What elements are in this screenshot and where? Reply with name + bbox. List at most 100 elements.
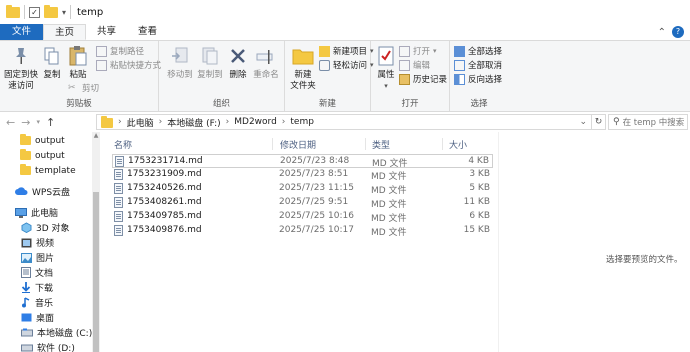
sidebar-item-drive-c[interactable]: 本地磁盘 (C:)	[21, 325, 92, 340]
chevron-down-icon[interactable]: ▾	[62, 8, 66, 17]
column-name[interactable]: 名称	[114, 138, 132, 151]
sidebar-item-template[interactable]: template	[20, 163, 76, 178]
search-input[interactable]: ⚲ 在 temp 中搜索	[608, 114, 688, 130]
forward-arrow-icon[interactable]: →	[21, 116, 30, 129]
scroll-up-icon[interactable]: ▲	[92, 132, 100, 140]
breadcrumb-this-pc[interactable]: 此电脑	[127, 116, 154, 129]
file-size: 11 KB	[463, 197, 490, 207]
breadcrumb-md2word[interactable]: MD2word	[234, 117, 277, 127]
sidebar-item-3d-objects[interactable]: 3D 对象	[21, 220, 70, 235]
collapse-ribbon-icon[interactable]: ⌃	[658, 27, 666, 38]
file-name: 1753240526.md	[127, 183, 202, 193]
sidebar-item-label: output	[35, 150, 65, 161]
column-type[interactable]: 类型	[372, 138, 390, 151]
properties-button[interactable]: 属性 ▾	[375, 44, 397, 92]
paste-button[interactable]: 粘贴	[66, 44, 90, 81]
table-row[interactable]: 1753231909.md 2025/7/23 8:51 MD 文件 3 KB	[112, 168, 493, 182]
copy-button[interactable]: 复制	[40, 44, 64, 81]
sidebar-item-wps-cloud[interactable]: WPS云盘	[15, 184, 70, 199]
divider[interactable]	[272, 138, 273, 150]
column-date[interactable]: 修改日期	[280, 138, 316, 151]
folder-icon	[101, 116, 113, 128]
sidebar-item-pictures[interactable]: 图片	[21, 250, 54, 265]
table-row[interactable]: 1753231714.md 2025/7/23 8:48 MD 文件 4 KB	[112, 154, 493, 169]
new-group-label: 新建	[318, 99, 336, 109]
computer-icon	[15, 207, 27, 218]
new-folder-button[interactable]: 新建 文件夹	[289, 44, 317, 92]
up-arrow-icon[interactable]: ↑	[46, 116, 55, 129]
preview-pane: 选择要预览的文件。	[498, 132, 690, 352]
rename-button[interactable]: 重命名	[251, 44, 281, 81]
table-row[interactable]: 1753409876.md 2025/7/25 10:17 MD 文件 15 K…	[112, 224, 493, 238]
sidebar-item-drive-d[interactable]: 软件 (D:)	[21, 340, 75, 352]
chevron-right-icon[interactable]: ›	[159, 117, 163, 127]
back-arrow-icon[interactable]: ←	[6, 116, 15, 129]
open-button[interactable]: 打开 ▾	[399, 45, 437, 57]
tab-file[interactable]: 文件	[0, 24, 44, 40]
pin-label-line2: 速访问	[8, 81, 34, 91]
divider[interactable]	[365, 138, 366, 150]
tab-share[interactable]: 共享	[86, 24, 127, 40]
table-row[interactable]: 1753408261.md 2025/7/25 9:51 MD 文件 11 KB	[112, 196, 493, 210]
table-row[interactable]: 1753409785.md 2025/7/25 10:16 MD 文件 6 KB	[112, 210, 493, 224]
sidebar-item-downloads[interactable]: 下载	[21, 280, 53, 295]
tab-home[interactable]: 主页	[43, 24, 87, 40]
cut-button[interactable]: ✂ 剪切	[68, 82, 99, 95]
sidebar-item-music[interactable]: 音乐	[21, 295, 53, 310]
move-to-button[interactable]: 移动到	[165, 44, 195, 81]
sidebar-item-this-pc[interactable]: 此电脑	[15, 205, 58, 220]
chevron-right-icon[interactable]: ›	[118, 117, 122, 127]
table-row[interactable]: 1753240526.md 2025/7/23 11:15 MD 文件 5 KB	[112, 182, 493, 196]
new-folder-quick-icon[interactable]	[44, 4, 58, 18]
breadcrumb-drive-f[interactable]: 本地磁盘 (F:)	[167, 116, 220, 129]
select-none-button[interactable]: 全部取消	[454, 59, 502, 71]
download-icon	[21, 282, 31, 293]
sidebar-item-documents[interactable]: 文档	[21, 265, 53, 280]
help-icon[interactable]: ?	[672, 26, 684, 38]
sidebar-item-output-2[interactable]: output	[20, 148, 65, 163]
select-all-button[interactable]: 全部选择	[454, 45, 502, 57]
history-button[interactable]: 历史记录	[399, 73, 447, 85]
column-size[interactable]: 大小	[449, 138, 467, 151]
file-name: 1753231909.md	[127, 169, 202, 179]
address-dropdown-icon[interactable]: ⌄	[579, 117, 587, 127]
breadcrumb-temp[interactable]: temp	[290, 117, 314, 127]
select-all-icon	[454, 45, 465, 57]
tab-view[interactable]: 查看	[127, 24, 168, 40]
sidebar-item-label: template	[35, 165, 76, 176]
edit-label: 编辑	[413, 61, 431, 71]
refresh-icon[interactable]: ↻	[592, 114, 606, 130]
scrollbar-thumb[interactable]	[93, 192, 99, 352]
edit-button[interactable]: 编辑	[399, 59, 430, 71]
rename-icon	[254, 44, 278, 68]
sidebar-item-desktop[interactable]: 桌面	[21, 310, 54, 325]
paste-shortcut-button[interactable]: 粘贴快捷方式	[96, 59, 161, 71]
recent-locations-icon[interactable]: ▾	[36, 118, 40, 126]
file-name: 1753408261.md	[127, 197, 202, 207]
address-bar[interactable]: › 此电脑 › 本地磁盘 (F:) › MD2word › temp ⌄	[96, 114, 592, 130]
chevron-right-icon[interactable]: ›	[282, 117, 286, 127]
file-type: MD 文件	[371, 186, 407, 196]
copy-path-button[interactable]: 复制路径	[96, 45, 144, 57]
select-all-label: 全部选择	[468, 47, 503, 57]
clipboard-group-label: 剪贴板	[66, 99, 92, 109]
select-group-label: 选择	[470, 99, 488, 109]
invert-selection-button[interactable]: 反向选择	[454, 73, 502, 85]
drive-icon	[21, 344, 33, 352]
history-icon	[399, 73, 410, 85]
delete-button[interactable]: 删除	[227, 44, 249, 81]
copy-to-button[interactable]: 复制到	[195, 44, 225, 81]
file-date: 2025/7/23 8:48	[280, 156, 350, 166]
properties-quick-icon[interactable]: ✓	[29, 6, 40, 18]
sidebar-item-label: WPS云盘	[32, 188, 71, 198]
sidebar-item-videos[interactable]: 视频	[21, 235, 54, 250]
organize-group: 移动到 复制到 删除 重命名 组织	[159, 41, 285, 111]
copy-to-icon	[198, 44, 222, 68]
chevron-right-icon[interactable]: ›	[226, 117, 230, 127]
pin-quick-access-button[interactable]: 固定到快 速访问	[4, 44, 38, 92]
easy-access-button[interactable]: 轻松访问 ▾	[319, 59, 374, 71]
divider[interactable]	[442, 138, 443, 150]
sidebar-item-output[interactable]: output	[20, 133, 65, 148]
new-item-button[interactable]: 新建项目 ▾	[319, 45, 374, 57]
sidebar-scrollbar[interactable]: ▲	[92, 132, 100, 352]
